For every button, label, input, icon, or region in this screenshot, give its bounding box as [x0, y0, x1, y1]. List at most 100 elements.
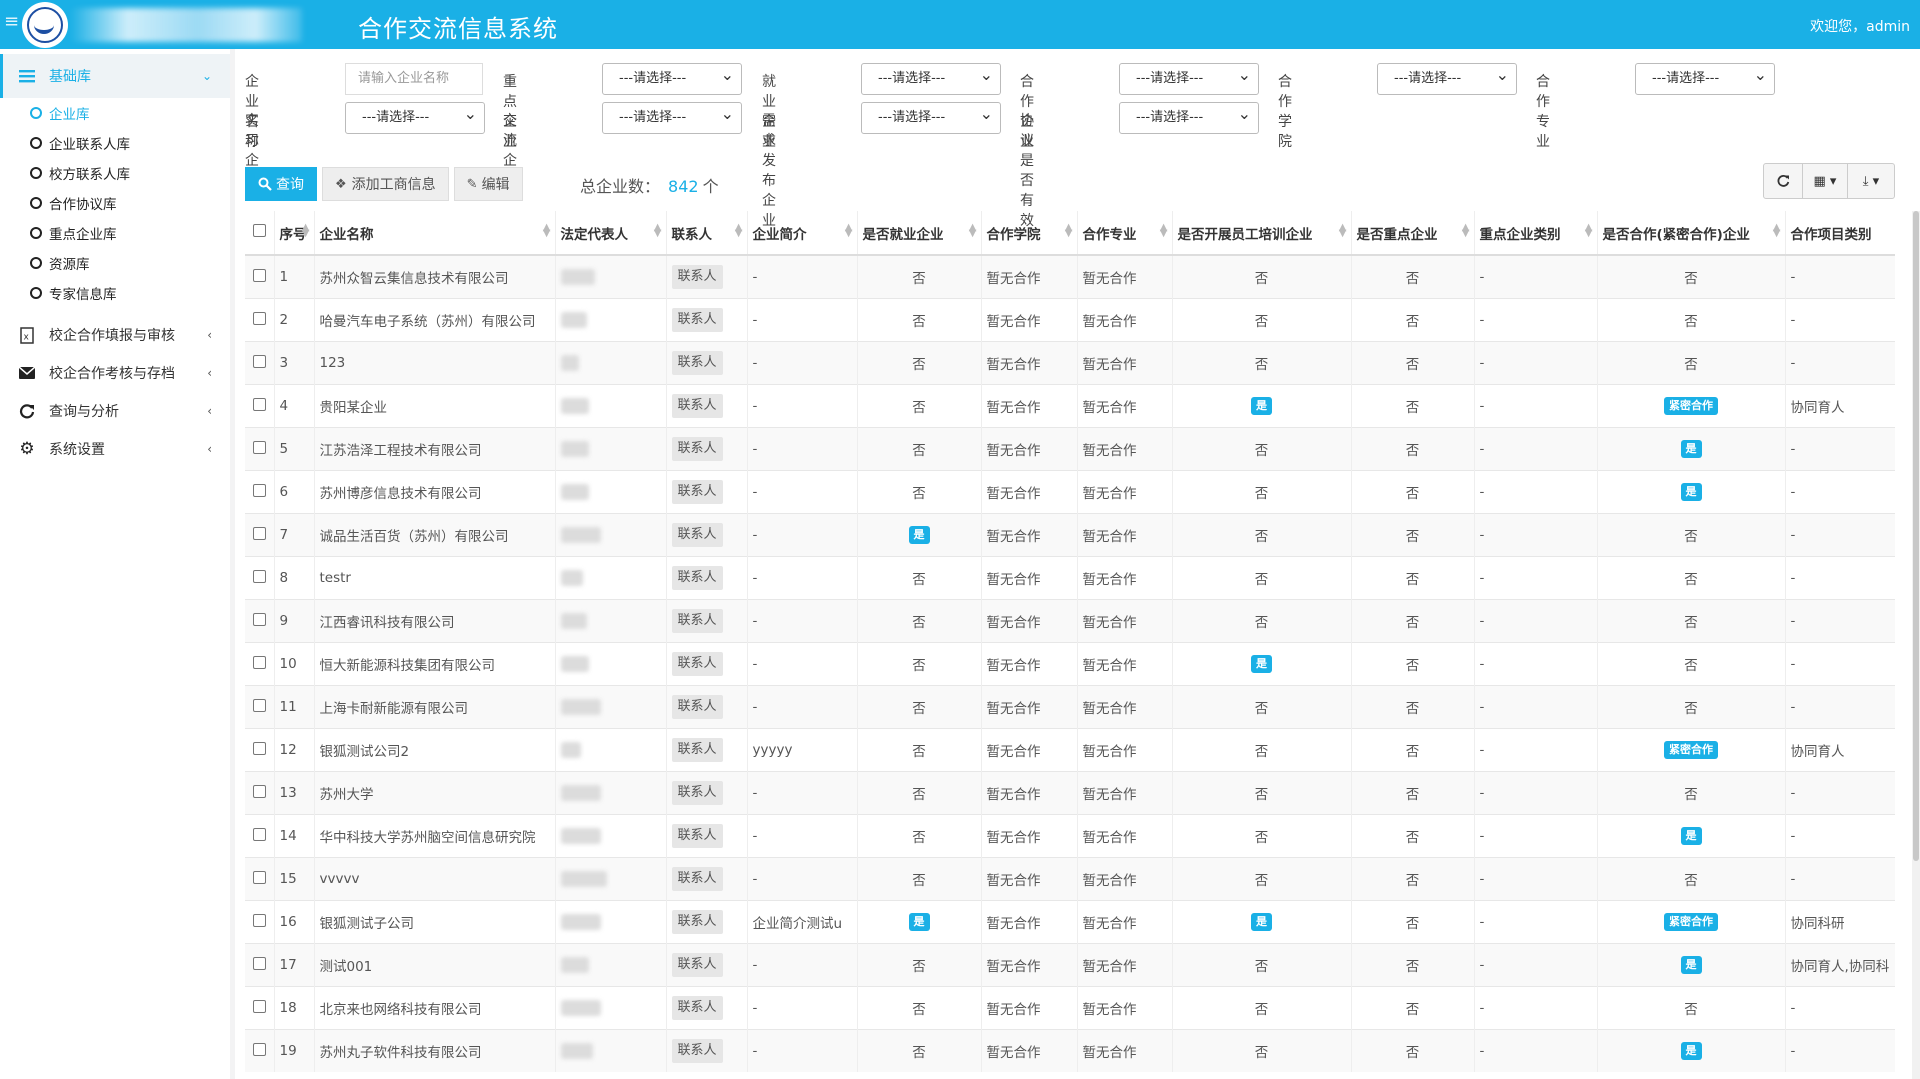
column-header-1[interactable]: 序号 ▲ ▼ [273, 211, 314, 256]
select-all-checkbox-cell[interactable] [245, 211, 274, 256]
contact-button[interactable]: 联系人 [671, 523, 723, 547]
row-checkbox-cell[interactable] [245, 599, 274, 643]
cell-company-name[interactable]: 诚品生活百货（苏州）有限公司 [313, 513, 555, 557]
contact-button[interactable]: 联系人 [671, 652, 723, 676]
row-checkbox-cell[interactable] [245, 384, 274, 428]
company-name-input[interactable]: 请输入企业名称 [345, 63, 483, 95]
row-checkbox[interactable] [252, 311, 266, 325]
table-row[interactable]: 14 华中科技大学苏州脑空间信息研究院 联系人 - 否暂无合作 暂无合作否否 - 是 - [245, 814, 1895, 858]
table-row[interactable]: 13 苏州大学 联系人 - 否暂无合作 暂无合作否否 - 否 - [245, 771, 1895, 815]
contact-button[interactable]: 联系人 [671, 308, 723, 332]
column-header-10[interactable]: 是否重点企业 ▲ ▼ [1350, 211, 1474, 256]
cell-contact[interactable]: 联系人 [665, 470, 747, 514]
cooperation-company-select[interactable]: ---请选择--- [1119, 60, 1259, 95]
table-row[interactable]: 5 江苏浩泽工程技术有限公司 联系人 - 否暂无合作 暂无合作否否 - 是 - [245, 427, 1895, 471]
row-checkbox-cell[interactable] [245, 685, 274, 729]
cell-contact[interactable]: 联系人 [665, 1029, 747, 1072]
cell-contact[interactable]: 联系人 [665, 900, 747, 944]
welcome-user[interactable]: 欢迎您，admin [1810, 16, 1910, 36]
row-checkbox[interactable] [252, 354, 266, 368]
export-button[interactable]: ⤓ ▾ [1848, 164, 1894, 198]
sidebar-group-base-library[interactable]: 基础库 ⌄ [0, 54, 230, 98]
cell-company-name[interactable]: 华中科技大学苏州脑空间信息研究院 [313, 814, 555, 858]
cell-contact[interactable]: 联系人 [665, 427, 747, 471]
table-row[interactable]: 11 上海卡耐新能源有限公司 联系人 - 否暂无合作 暂无合作否否 - 否 - [245, 685, 1895, 729]
sidebar-item-5[interactable]: 重点企业库 [0, 218, 230, 248]
add-business-info-button[interactable]: ❖ 添加工商信息 [322, 167, 449, 201]
sidebar-group-system-settings[interactable]: ⚙ 系统设置 ‹ [0, 424, 230, 474]
contact-button[interactable]: 联系人 [671, 480, 723, 504]
columns-toggle-button[interactable]: ▦ ▾ [1803, 164, 1848, 198]
select-all-checkbox[interactable] [252, 224, 266, 237]
contact-button[interactable]: 联系人 [671, 867, 723, 891]
cell-contact[interactable]: 联系人 [665, 814, 747, 858]
contact-button[interactable]: 联系人 [671, 609, 723, 633]
cell-company-name[interactable]: 123 [313, 341, 555, 385]
agreement-valid-select[interactable]: ---请选择--- [1119, 99, 1259, 134]
cell-contact[interactable]: 联系人 [665, 986, 747, 1030]
table-row[interactable]: 10 恒大新能源科技集团有限公司 联系人 - 否暂无合作 暂无合作是否 - 否 - [245, 642, 1895, 686]
cell-contact[interactable]: 联系人 [665, 642, 747, 686]
row-checkbox[interactable] [252, 999, 266, 1013]
row-checkbox-cell[interactable] [245, 556, 274, 600]
row-checkbox-cell[interactable] [245, 642, 274, 686]
cell-contact[interactable]: 联系人 [665, 685, 747, 729]
column-header-9[interactable]: 是否开展员工培训企业 ▲ ▼ [1171, 211, 1351, 256]
row-checkbox-cell[interactable] [245, 857, 274, 901]
edit-button[interactable]: ✎ 编辑 [453, 167, 523, 201]
table-row[interactable]: 8 testr 联系人 - 否暂无合作 暂无合作否否 - 否 - [245, 556, 1895, 600]
contact-button[interactable]: 联系人 [671, 394, 723, 418]
contact-button[interactable]: 联系人 [671, 351, 723, 375]
sidebar-item-1[interactable]: 企业库 [0, 98, 230, 128]
cell-company-name[interactable]: 北京来也网络科技有限公司 [313, 986, 555, 1030]
cell-company-name[interactable]: 测试001 [313, 943, 555, 987]
row-checkbox[interactable] [252, 784, 266, 798]
table-row[interactable]: 15 vvvvv 联系人 - 否暂无合作 暂无合作否否 - 否 - [245, 857, 1895, 901]
cell-contact[interactable]: 联系人 [665, 728, 747, 772]
table-row[interactable]: 1 苏州众智云集信息技术有限公司 联系人 - 否暂无合作 暂无合作否否 - 否 - [245, 254, 1895, 299]
demand-company-select[interactable]: ---请选择--- [861, 99, 1001, 134]
table-row[interactable]: 6 苏州博彦信息技术有限公司 联系人 - 否暂无合作 暂无合作否否 - 是 - [245, 470, 1895, 514]
row-checkbox[interactable] [252, 526, 266, 540]
row-checkbox[interactable] [252, 569, 266, 583]
sidebar-item-6[interactable]: 资源库 [0, 248, 230, 278]
row-checkbox-cell[interactable] [245, 470, 274, 514]
cell-company-name[interactable]: 苏州博彦信息技术有限公司 [313, 470, 555, 514]
row-checkbox-cell[interactable] [245, 1029, 274, 1072]
refresh-button[interactable] [1764, 164, 1803, 198]
cell-company-name[interactable]: 苏州大学 [313, 771, 555, 815]
row-checkbox[interactable] [252, 870, 266, 884]
column-header-11[interactable]: 重点企业类别 ▲ ▼ [1473, 211, 1597, 256]
key-company-select[interactable]: ---请选择--- [602, 60, 742, 95]
sidebar-item-2[interactable]: 企业联系人库 [0, 128, 230, 158]
cell-contact[interactable]: 联系人 [665, 298, 747, 342]
column-header-2[interactable]: 企业名称 ▲ ▼ [313, 211, 555, 256]
row-checkbox-cell[interactable] [245, 986, 274, 1030]
cell-contact[interactable]: 联系人 [665, 513, 747, 557]
cell-contact[interactable]: 联系人 [665, 556, 747, 600]
row-checkbox-cell[interactable] [245, 341, 274, 385]
cell-contact[interactable]: 联系人 [665, 341, 747, 385]
contact-button[interactable]: 联系人 [671, 781, 723, 805]
column-header-4[interactable]: 联系人 ▲ ▼ [665, 211, 747, 256]
cell-contact[interactable]: 联系人 [665, 254, 747, 299]
table-row[interactable]: 12 银狐测试公司2 联系人 yyyyy 否暂无合作 暂无合作否否 - 紧密合作 协同育人 [245, 728, 1895, 772]
row-checkbox[interactable] [252, 741, 266, 755]
contact-button[interactable]: 联系人 [671, 566, 723, 590]
contact-button[interactable]: 联系人 [671, 695, 723, 719]
row-checkbox[interactable] [252, 483, 266, 497]
cell-contact[interactable]: 联系人 [665, 857, 747, 901]
row-checkbox-cell[interactable] [245, 728, 274, 772]
sidebar-item-3[interactable]: 校方联系人库 [0, 158, 230, 188]
cell-contact[interactable]: 联系人 [665, 943, 747, 987]
hamburger-icon[interactable]: ≡ [4, 13, 19, 31]
row-checkbox-cell[interactable] [245, 943, 274, 987]
cell-company-name[interactable]: 银狐测试公司2 [313, 728, 555, 772]
row-checkbox[interactable] [252, 827, 266, 841]
cell-company-name[interactable]: 哈曼汽车电子系统（苏州）有限公司 [313, 298, 555, 342]
table-row[interactable]: 17 测试001 联系人 - 否暂无合作 暂无合作否否 - 是协同育人,协同科 [245, 943, 1895, 987]
contact-button[interactable]: 联系人 [671, 738, 723, 762]
row-checkbox[interactable] [252, 655, 266, 669]
table-row[interactable]: 4 贵阳某企业 联系人 - 否暂无合作 暂无合作是否 - 紧密合作 协同育人 [245, 384, 1895, 428]
contact-button[interactable]: 联系人 [671, 437, 723, 461]
